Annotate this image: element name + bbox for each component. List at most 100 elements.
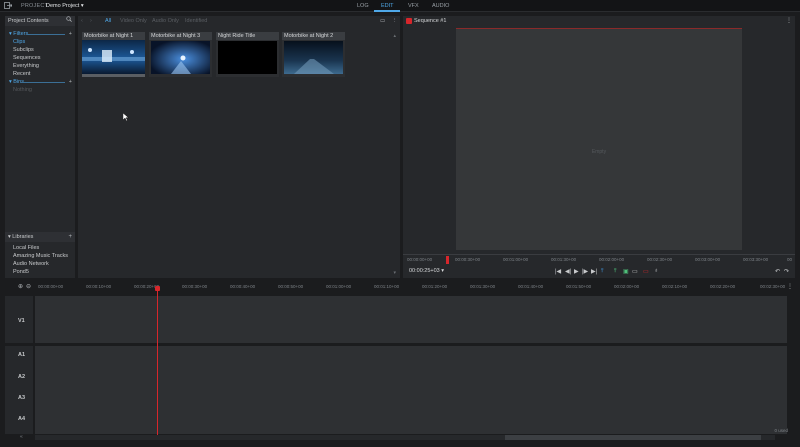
go-to-start-icon[interactable]: |◀ [555, 268, 561, 275]
project-contents-header: Project Contents [5, 16, 75, 26]
timecode-display[interactable]: 00:00:25+03 ▾ [409, 268, 444, 274]
track-label[interactable]: A1 [18, 352, 25, 358]
add-filter-icon[interactable]: + [69, 30, 72, 38]
go-to-end-icon[interactable]: ▶| [591, 268, 597, 275]
sequence-viewer-panel: Sequence #1 ⋮ Empty 00:00:00+00 00:00:30… [403, 16, 795, 278]
redo-icon[interactable]: ↷ [784, 268, 789, 275]
clip-preview-image [284, 41, 343, 74]
view-mode-icon[interactable]: ▭ [380, 18, 385, 24]
track-header-v1[interactable]: V1 [5, 296, 33, 343]
ruler-tick: 00:00:00+00 [407, 257, 433, 262]
ruler-tick: 00:01:30+00 [551, 257, 577, 262]
collapse-icon[interactable]: « [20, 434, 23, 440]
more-options-icon[interactable]: ⋮ [786, 17, 792, 24]
viewer-header: Sequence #1 ⋮ [403, 16, 795, 26]
track-label[interactable]: A2 [18, 374, 25, 380]
timeline-ruler[interactable]: ⊕ ⊖ 00:00:00+00 00:00:10+00 00:00:20+00 … [0, 282, 800, 292]
step-back-icon[interactable]: ◀| [565, 268, 571, 275]
top-bar: PROJECT Demo Project ▾ LOG EDIT VFX AUDI… [0, 0, 800, 12]
more-options-icon[interactable]: ⋮ [392, 18, 398, 24]
record-indicator-icon [406, 18, 412, 24]
clip-thumbnail[interactable]: Night Ride Title [216, 32, 279, 77]
ruler-tick: 00:00:40+00 [230, 284, 256, 289]
tab-audio[interactable]: AUDIO [432, 3, 449, 9]
insert-icon[interactable]: ▣ [623, 268, 629, 275]
viewer-ruler[interactable]: 00:00:00+00 00:00:30+00 00:01:00+00 00:0… [403, 254, 795, 264]
library-item[interactable]: Audio Network [5, 260, 75, 268]
zoom-out-icon[interactable]: ⊖ [26, 283, 31, 290]
ruler-tick: 00:00:30+00 [455, 257, 481, 262]
ruler-tick: 00:00:30+00 [182, 284, 208, 289]
clip-thumbnail[interactable]: Motorbike at Night 1 [82, 32, 145, 77]
library-item[interactable]: Pond5 [5, 268, 75, 276]
scrollbar-thumb[interactable] [505, 435, 761, 440]
project-name-dropdown[interactable]: Demo Project ▾ [46, 3, 84, 9]
filter-item-clips[interactable]: Clips [5, 38, 75, 46]
ruler-tick: 00:00:50+00 [278, 284, 304, 289]
search-icon[interactable] [66, 16, 72, 26]
forward-icon[interactable]: › [90, 18, 92, 24]
play-icon[interactable]: ▶ [574, 268, 579, 275]
viewer-playhead[interactable] [446, 256, 449, 264]
replace-icon[interactable]: ▭ [643, 268, 649, 275]
tab-vfx[interactable]: VFX [408, 3, 419, 9]
library-item[interactable]: Amazing Music Tracks [5, 252, 75, 260]
timeline-scrollbar[interactable] [35, 435, 775, 440]
filter-item-everything[interactable]: Everything [5, 62, 75, 70]
ruler-tick: 00:01:00+00 [503, 257, 529, 262]
ruler-tick: 00:03:00+00 [695, 257, 721, 262]
scroll-up-icon[interactable]: ▴ [393, 33, 396, 39]
filter-item-recent[interactable]: Recent [5, 70, 75, 78]
ruler-tick: 00:02:20+00 [710, 284, 736, 289]
timeline-tracks: V1 A1 A2 A3 A4 [5, 296, 795, 436]
filter-all-button[interactable]: All [105, 18, 111, 24]
scroll-down-icon[interactable]: ▾ [393, 270, 396, 276]
ruler-tick: 00:02:30+00 [647, 257, 673, 262]
step-forward-icon[interactable]: |▶ [582, 268, 588, 275]
mark-out-icon[interactable]: ⫯ [614, 268, 617, 275]
filters-section[interactable]: ▾ Filters + [5, 30, 75, 38]
zoom-in-icon[interactable]: ⊕ [18, 283, 23, 290]
filter-item-sequences[interactable]: Sequences [5, 54, 75, 62]
more-options-icon[interactable]: ⋮ [787, 283, 793, 290]
track-label[interactable]: A3 [18, 395, 25, 401]
browser-toolbar: ‹ › All Video Only Audio Only Identified… [78, 16, 400, 26]
add-library-icon[interactable]: + [68, 232, 72, 242]
mark-in-icon[interactable]: ⫯ [601, 268, 604, 275]
overwrite-icon[interactable]: ▭ [632, 268, 638, 275]
clip-thumbnail[interactable]: Motorbike at Night 3 [149, 32, 212, 77]
track-v1[interactable] [35, 296, 787, 343]
ruler-tick: 00:01:40+00 [518, 284, 544, 289]
ruler-tick: 00:02:00+00 [614, 284, 640, 289]
tab-log[interactable]: LOG [357, 3, 369, 9]
tab-edit[interactable]: EDIT [381, 3, 394, 9]
track-audio[interactable] [35, 346, 787, 434]
clip-title: Night Ride Title [216, 32, 279, 40]
undo-icon[interactable]: ↶ [775, 268, 780, 275]
active-tab-indicator [374, 10, 400, 12]
filter-item-subclips[interactable]: Subclips [5, 46, 75, 54]
libraries-header[interactable]: ▾ Libraries + [5, 232, 75, 242]
filter-video-only-button[interactable]: Video Only [120, 18, 147, 24]
sequence-name[interactable]: Sequence #1 [414, 18, 446, 24]
back-icon[interactable]: ‹ [81, 18, 83, 24]
timeline-playhead-handle[interactable] [155, 286, 160, 291]
clip-preview-image [218, 41, 277, 74]
clip-thumbnail[interactable]: Motorbike at Night 2 [282, 32, 345, 77]
project-label: PROJECT [21, 3, 49, 9]
filter-identified-button[interactable]: Identified [185, 18, 207, 24]
used-count: 0 used [774, 428, 788, 433]
track-label[interactable]: A4 [18, 416, 25, 422]
library-item[interactable]: Local Files [5, 244, 75, 252]
exit-icon[interactable] [4, 2, 13, 9]
mouse-cursor-icon [122, 112, 130, 122]
panel-title: Project Contents [8, 18, 49, 24]
audio-meter-icon[interactable]: ♁ [654, 268, 659, 274]
add-bin-icon[interactable]: + [69, 78, 72, 86]
bins-section[interactable]: ▾ Bins + [5, 78, 75, 86]
libraries-section: ▾ Libraries + Local Files Amazing Music … [5, 232, 75, 276]
filter-audio-only-button[interactable]: Audio Only [152, 18, 179, 24]
clip-title: Motorbike at Night 2 [282, 32, 345, 40]
viewer-canvas[interactable]: Empty [456, 28, 742, 250]
clip-title: Motorbike at Night 3 [149, 32, 212, 40]
